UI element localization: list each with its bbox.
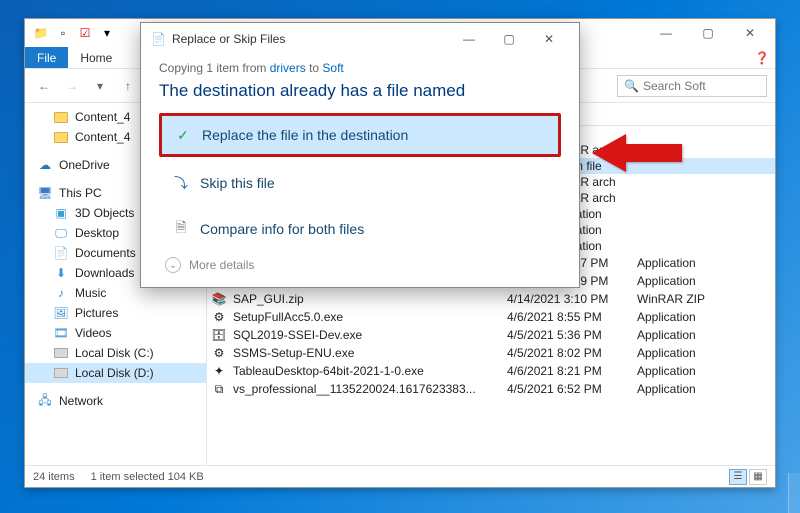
help-icon[interactable]: ❓ bbox=[749, 47, 775, 68]
desktop-icon: 🖵 bbox=[53, 225, 69, 241]
item-count: 24 items bbox=[33, 471, 75, 483]
more-details-label: More details bbox=[189, 258, 254, 272]
copying-status: Copying 1 item from drivers to Soft bbox=[159, 61, 561, 75]
checkmark-icon[interactable]: ☑ bbox=[75, 23, 95, 43]
skip-icon: ⤵ bbox=[172, 174, 190, 192]
compare-label: Compare info for both files bbox=[200, 221, 364, 237]
selection-info: 1 item selected 104 KB bbox=[91, 471, 204, 483]
downloads-icon: ⬇ bbox=[53, 265, 69, 281]
annotation-arrow bbox=[592, 130, 682, 179]
file-name: SetupFullAcc5.0.exe bbox=[233, 310, 343, 324]
dialog-minimize-button[interactable]: — bbox=[449, 25, 489, 53]
tree-item-label: Downloads bbox=[75, 266, 134, 280]
tree-item-label: This PC bbox=[59, 186, 102, 200]
3d-icon: ▣ bbox=[53, 205, 69, 221]
file-row[interactable]: 🗄SQL2019-SSEI-Dev.exe4/5/2021 5:36 PMApp… bbox=[207, 326, 775, 344]
compare-icon: 🗎 bbox=[172, 220, 190, 238]
onedrive-icon: ☁ bbox=[37, 157, 53, 173]
file-icon: ⧉ bbox=[211, 381, 227, 397]
file-row[interactable]: ⚙SetupFullAcc5.0.exe4/6/2021 8:55 PMAppl… bbox=[207, 308, 775, 326]
file-row[interactable]: ⚙SSMS-Setup-ENU.exe4/5/2021 8:02 PMAppli… bbox=[207, 344, 775, 362]
tree-item-label: Desktop bbox=[75, 226, 119, 240]
tree-item-label: Pictures bbox=[75, 306, 118, 320]
file-row[interactable]: ✦TableauDesktop-64bit-2021-1-0.exe4/6/20… bbox=[207, 362, 775, 380]
check-icon: ✓ bbox=[174, 126, 192, 144]
up-button[interactable]: ↑ bbox=[117, 75, 139, 97]
details-view-button[interactable]: ☰ bbox=[729, 469, 747, 485]
file-icon: ⚙ bbox=[211, 309, 227, 325]
minimize-button[interactable]: — bbox=[645, 19, 687, 47]
tree-item-label: Music bbox=[75, 286, 106, 300]
qat-divider: ▾ bbox=[97, 23, 117, 43]
search-placeholder: Search Soft bbox=[643, 79, 706, 93]
copy-icon: 📄 bbox=[151, 32, 166, 46]
tree-item-label: Content_4 bbox=[75, 130, 130, 144]
pc-icon: 🖥 bbox=[37, 185, 53, 201]
maximize-button[interactable]: ▢ bbox=[687, 19, 729, 47]
file-name: SSMS-Setup-ENU.exe bbox=[233, 346, 354, 360]
folder-icon: 📁 bbox=[31, 23, 51, 43]
file-icon: ✦ bbox=[211, 363, 227, 379]
chevron-down-icon: ⌄ bbox=[165, 257, 181, 273]
replace-skip-dialog: 📄 Replace or Skip Files — ▢ ✕ Copying 1 … bbox=[140, 22, 580, 288]
compare-option[interactable]: 🗎 Compare info for both files bbox=[159, 209, 561, 249]
tree-item[interactable]: 🎞 Videos bbox=[25, 323, 206, 343]
videos-icon: 🎞 bbox=[53, 325, 69, 341]
icons-view-button[interactable]: ▦ bbox=[749, 469, 767, 485]
forward-button[interactable]: → bbox=[61, 75, 83, 97]
file-icon: 🗄 bbox=[211, 327, 227, 343]
folder-icon bbox=[53, 129, 69, 145]
file-icon: 📚 bbox=[211, 291, 227, 307]
file-icon: ⚙ bbox=[211, 345, 227, 361]
tree-item-label: OneDrive bbox=[59, 158, 110, 172]
search-icon: 🔍 bbox=[624, 79, 639, 93]
replace-option[interactable]: ✓ Replace the file in the destination bbox=[159, 113, 561, 157]
close-button[interactable]: ✕ bbox=[729, 19, 771, 47]
search-input[interactable]: 🔍 Search Soft bbox=[617, 75, 767, 97]
disk-icon bbox=[53, 365, 69, 381]
music-icon: ♪ bbox=[53, 285, 69, 301]
back-button[interactable]: ← bbox=[33, 75, 55, 97]
file-name: TableauDesktop-64bit-2021-1-0.exe bbox=[233, 364, 424, 378]
dialog-titlebar: 📄 Replace or Skip Files — ▢ ✕ bbox=[141, 23, 579, 55]
dialog-maximize-button[interactable]: ▢ bbox=[489, 25, 529, 53]
tree-item[interactable]: Local Disk (D:) bbox=[25, 363, 206, 383]
show-desktop-button[interactable] bbox=[788, 473, 800, 513]
more-details-toggle[interactable]: ⌄ More details bbox=[159, 257, 561, 273]
file-name: SQL2019-SSEI-Dev.exe bbox=[233, 328, 362, 342]
recent-dropdown[interactable]: ▾ bbox=[89, 75, 111, 97]
dialog-title: Replace or Skip Files bbox=[172, 32, 285, 46]
file-name: SAP_GUI.zip bbox=[233, 292, 304, 306]
pin-icon[interactable]: ▫ bbox=[53, 23, 73, 43]
tree-item-label: Content_4 bbox=[75, 110, 130, 124]
file-name: vs_professional__1135220024.1617623383..… bbox=[233, 382, 476, 396]
tree-item-label: Local Disk (D:) bbox=[75, 366, 154, 380]
disk-icon bbox=[53, 345, 69, 361]
tree-item-label: Videos bbox=[75, 326, 111, 340]
tree-item-label: Network bbox=[59, 394, 103, 408]
skip-label: Skip this file bbox=[200, 175, 275, 191]
tree-item-label: Local Disk (C:) bbox=[75, 346, 154, 360]
pictures-icon: 🖼 bbox=[53, 305, 69, 321]
source-link[interactable]: drivers bbox=[270, 61, 306, 75]
tree-item[interactable]: Local Disk (C:) bbox=[25, 343, 206, 363]
network-icon: 🖧 bbox=[37, 393, 53, 409]
tree-item[interactable]: 🖧 Network bbox=[25, 391, 206, 411]
dest-link[interactable]: Soft bbox=[322, 61, 343, 75]
dialog-headline: The destination already has a file named bbox=[159, 81, 561, 101]
file-row[interactable]: ⧉ vs_professional__1135220024.1617623383.… bbox=[207, 380, 775, 398]
tab-home[interactable]: Home bbox=[68, 47, 124, 68]
skip-option[interactable]: ⤵ Skip this file bbox=[159, 163, 561, 203]
docs-icon: 📄 bbox=[53, 245, 69, 261]
tree-item-label: Documents bbox=[75, 246, 136, 260]
tree-item[interactable]: 🖼 Pictures bbox=[25, 303, 206, 323]
replace-label: Replace the file in the destination bbox=[202, 127, 408, 143]
dialog-close-button[interactable]: ✕ bbox=[529, 25, 569, 53]
status-bar: 24 items 1 item selected 104 KB ☰ ▦ bbox=[25, 465, 775, 487]
file-row[interactable]: 📚SAP_GUI.zip4/14/2021 3:10 PMWinRAR ZIP bbox=[207, 290, 775, 308]
tab-file[interactable]: File bbox=[25, 47, 68, 68]
tree-item-label: 3D Objects bbox=[75, 206, 134, 220]
folder-icon bbox=[53, 109, 69, 125]
